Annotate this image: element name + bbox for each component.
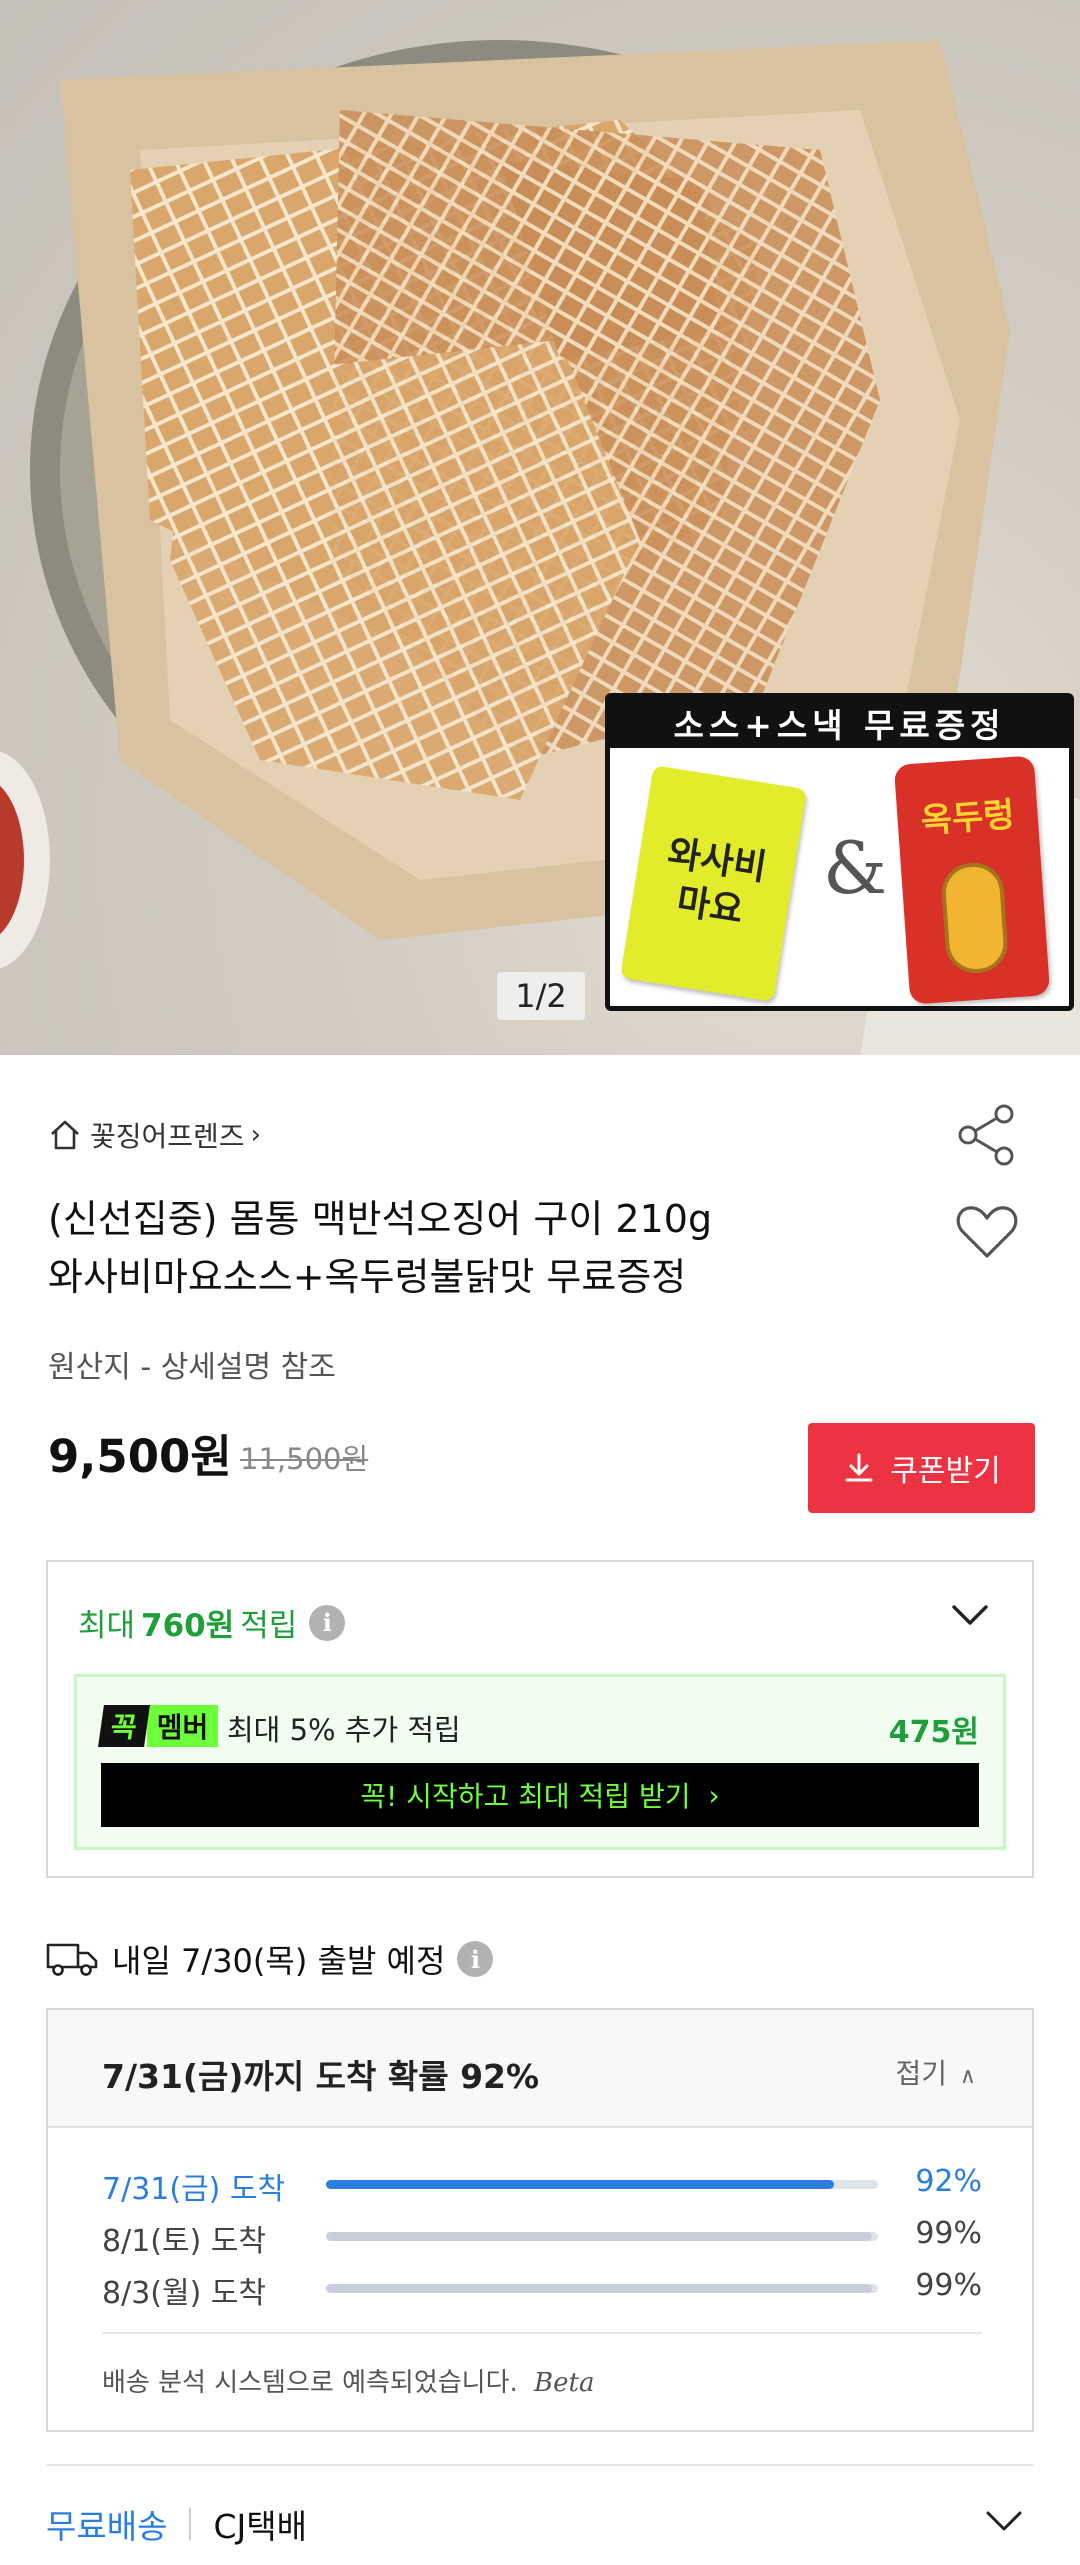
carrier-name: CJ택배 — [213, 2507, 307, 2546]
arrival-percent: 99% — [915, 2216, 982, 2251]
chevron-right-icon: › — [250, 1120, 261, 1150]
probability-track — [326, 2232, 878, 2241]
probability-bar — [326, 2232, 873, 2241]
coupon-button[interactable]: 쿠폰받기 — [808, 1423, 1035, 1513]
product-image-carousel[interactable]: 1/2 소스+스낵 무료증정 와사비 마요 & 옥두렁 — [0, 0, 1080, 1055]
arrival-estimate-header: 7/31(금)까지 도착 확률 92% 접기 ∧ — [48, 2010, 1032, 2128]
arrival-percent: 99% — [915, 2268, 982, 2303]
delivery-method[interactable]: 무료배송 CJ택배 — [46, 2500, 307, 2548]
reward-prefix: 최대 — [78, 1608, 136, 1644]
arrival-date: 7/31(금) 도착 — [102, 2172, 286, 2207]
probability-bar — [326, 2284, 873, 2293]
arrival-estimate-panel: 7/31(금)까지 도착 확률 92% 접기 ∧ 7/31(금) 도착 92% … — [46, 2008, 1034, 2432]
arrival-date: 8/1(토) 도착 — [102, 2224, 267, 2259]
coupon-label: 쿠폰받기 — [890, 1454, 1001, 1489]
origin-info: 원산지 - 상세설명 참조 — [48, 1350, 336, 1385]
product-title-line-2: 와사비마요소스+옥두렁불닭맛 무료증정 — [48, 1255, 687, 1299]
reward-suffix: 적립 — [240, 1608, 298, 1644]
arrival-row: 8/3(월) 도착 99% — [102, 2268, 982, 2311]
prediction-note: 배송 분석 시스템으로 예측되었습니다. Beta — [102, 2362, 595, 2399]
product-title: (신선집중) 몸통 맥반석오징어 구이 210g 와사비마요소스+옥두렁불닭맛 … — [48, 1190, 908, 1306]
member-reward-amount: 475원 — [888, 1715, 979, 1750]
prediction-note-text: 배송 분석 시스템으로 예측되었습니다. — [102, 2368, 518, 2398]
arrival-date: 8/3(월) 도착 — [102, 2276, 267, 2311]
download-icon — [845, 1453, 873, 1482]
sale-price: 9,500원 — [48, 1430, 232, 1483]
member-signup-button[interactable]: 꼭! 시작하고 최대 적립 받기 › — [101, 1763, 979, 1827]
truck-icon — [46, 1943, 98, 1976]
promo-header: 소스+스낵 무료증정 — [610, 698, 1069, 748]
share-icon[interactable] — [954, 1102, 1020, 1168]
store-link[interactable]: 꽃징어프렌즈 › — [48, 1112, 261, 1158]
reward-amount: 760원 — [141, 1608, 235, 1644]
heart-icon[interactable] — [954, 1200, 1020, 1264]
probability-track — [326, 2180, 878, 2189]
member-reward-card: 꼭 멤버 최대 5% 추가 적립 475원 꼭! 시작하고 최대 적립 받기 › — [74, 1674, 1006, 1850]
snack-pack: 옥두렁 — [893, 755, 1051, 1005]
divider — [102, 2332, 982, 2334]
corn-icon — [939, 860, 1010, 975]
chevron-down-icon[interactable] — [950, 1602, 990, 1628]
arrival-probability: 7/31(금)까지 도착 확률 92% — [102, 2057, 540, 2096]
probability-bar — [326, 2180, 834, 2189]
departure-info: 내일 7/30(목) 출발 예정 i — [46, 1936, 494, 1982]
member-badge-left: 꼭 — [98, 1705, 150, 1747]
separator — [189, 2508, 192, 2540]
free-shipping-label: 무료배송 — [46, 2507, 168, 2546]
arrival-row: 8/1(토) 도착 99% — [102, 2216, 982, 2259]
chevron-up-icon: ∧ — [959, 2064, 976, 2089]
ampersand: & — [823, 826, 888, 910]
member-reward-text: 최대 5% 추가 적립 — [227, 1713, 461, 1747]
home-icon — [51, 1120, 79, 1150]
store-name: 꽃징어프렌즈 — [90, 1120, 245, 1153]
sauce-pack: 와사비 마요 — [620, 765, 807, 1002]
reward-summary[interactable]: 최대 760원 적립 i — [78, 1600, 346, 1645]
beta-label: Beta — [534, 2368, 595, 2398]
promo-overlay: 소스+스낵 무료증정 와사비 마요 & 옥두렁 — [605, 693, 1074, 1011]
reward-panel: 최대 760원 적립 i 꼭 멤버 최대 5% 추가 적립 475원 꼭! 시작… — [46, 1560, 1034, 1878]
chevron-down-icon[interactable] — [984, 2508, 1024, 2534]
member-cta-label: 꼭! 시작하고 최대 적립 받기 — [360, 1780, 691, 1813]
member-badge: 꼭 멤버 — [98, 1705, 219, 1747]
divider — [46, 2464, 1034, 2466]
snack-label: 옥두렁 — [919, 794, 1016, 842]
info-icon[interactable]: i — [457, 1941, 494, 1977]
member-badge-right: 멤버 — [146, 1705, 219, 1747]
sauce-label-2: 마요 — [674, 880, 746, 932]
product-title-line-1: (신선집중) 몸통 맥반석오징어 구이 210g — [48, 1197, 713, 1241]
probability-track — [326, 2284, 878, 2293]
chevron-right-icon: › — [708, 1778, 720, 1812]
image-page-counter: 1/2 — [497, 972, 585, 1020]
arrival-row: 7/31(금) 도착 92% — [102, 2164, 982, 2207]
fold-button[interactable]: 접기 ∧ — [895, 2052, 976, 2092]
departure-text: 내일 7/30(목) 출발 예정 — [112, 1942, 446, 1980]
info-icon[interactable]: i — [309, 1604, 346, 1641]
arrival-percent: 92% — [915, 2164, 982, 2199]
original-price: 11,500원 — [240, 1442, 369, 1476]
fold-label: 접기 — [895, 2057, 947, 2090]
